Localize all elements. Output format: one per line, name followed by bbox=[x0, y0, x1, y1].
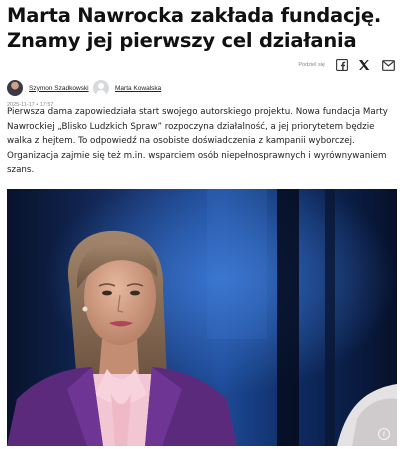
info-icon[interactable]: i bbox=[378, 428, 390, 440]
article-photo[interactable]: i bbox=[7, 189, 397, 446]
article-lead: Pierwsza dama zapowiedziała start swojeg… bbox=[7, 107, 388, 176]
photo-illustration bbox=[7, 189, 397, 446]
facebook-icon[interactable] bbox=[335, 58, 349, 72]
share-bar: Podziel się bbox=[7, 59, 395, 86]
x-icon[interactable] bbox=[357, 58, 371, 72]
mail-icon[interactable] bbox=[381, 58, 395, 72]
article-headline: Marta Nawrocka zakłada fundację. Znamy j… bbox=[7, 4, 382, 52]
share-label: Podziel się bbox=[298, 62, 325, 68]
